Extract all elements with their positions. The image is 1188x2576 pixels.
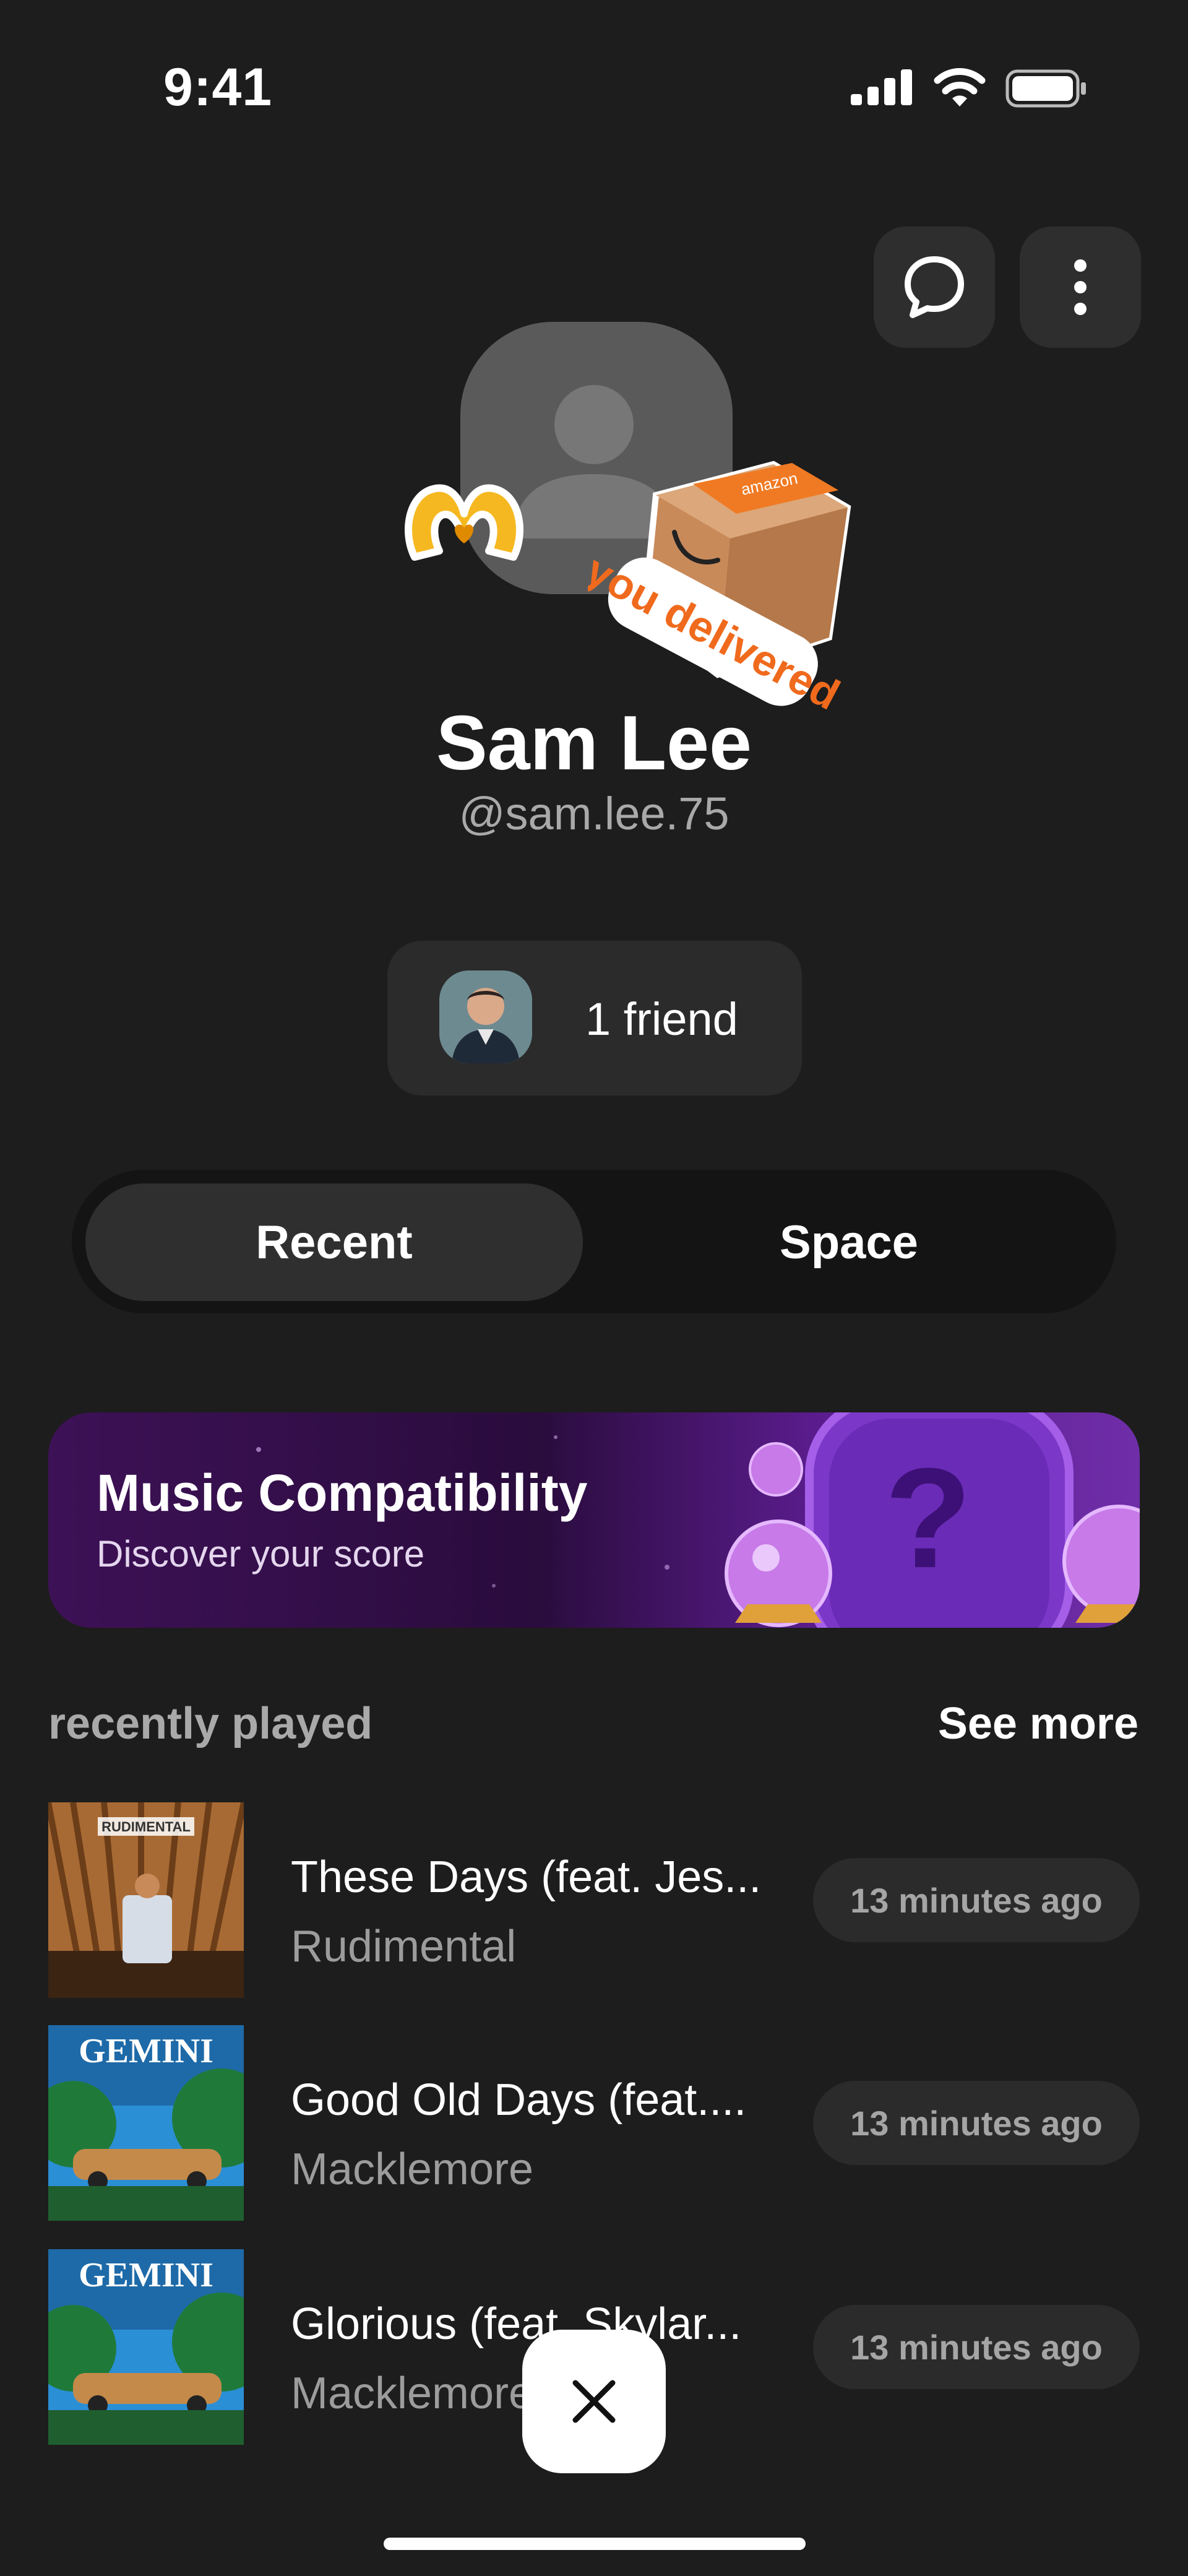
track-artist: Rudimental	[291, 1922, 517, 1971]
cover-text: GEMINI	[79, 2256, 213, 2294]
track-artist: Macklemore	[291, 2369, 534, 2418]
delivery-box-sticker-icon: amazon you delivered	[588, 460, 851, 712]
friends-count-label: 1 friend	[585, 993, 738, 1045]
track-title: Glorious (feat. Skylar...	[291, 2299, 742, 2349]
album-cover-rudimental: RUDIMENTAL	[48, 1802, 244, 1998]
cover-text: RUDIMENTAL	[101, 1819, 191, 1835]
played-time-badge: 13 minutes ago	[813, 2305, 1140, 2389]
friends-button[interactable]: 1 friend	[387, 941, 802, 1096]
played-time-badge: 13 minutes ago	[813, 1858, 1140, 1942]
profile-handle: @sam.lee.75	[458, 788, 730, 839]
played-time-badge: 13 minutes ago	[813, 2081, 1140, 2165]
track-title: Good Old Days (feat....	[291, 2075, 747, 2125]
album-cover-gemini: GEMINI	[48, 2025, 244, 2221]
track-title: These Days (feat. Jes...	[291, 1852, 762, 1902]
battery-icon	[1005, 69, 1086, 108]
more-options-button[interactable]	[1020, 227, 1141, 348]
friend-avatar	[439, 970, 532, 1063]
status-time: 9:41	[163, 58, 273, 117]
music-compatibility-banner[interactable]: ? Music Compatibility Discover your scor…	[48, 1412, 1140, 1628]
home-indicator	[384, 2538, 806, 2550]
banner-subtitle: Discover your score	[97, 1533, 425, 1575]
tab-recent[interactable]: Recent	[85, 1183, 583, 1301]
wifi-icon	[934, 68, 986, 106]
friend-photo	[439, 970, 532, 1063]
album-cover-gemini: GEMINI	[48, 2249, 244, 2445]
svg-text:?: ?	[885, 1438, 972, 1597]
more-vertical-icon	[1074, 259, 1087, 315]
tab-space[interactable]: Space	[595, 1183, 1103, 1301]
chat-bubble-icon	[905, 256, 964, 318]
track-row[interactable]: RUDIMENTAL These Days (feat. Jes... Rudi…	[48, 1802, 1140, 1998]
close-button[interactable]	[522, 2330, 666, 2473]
cellular-signal-icon	[851, 69, 912, 105]
chat-button[interactable]	[874, 227, 995, 348]
profile-tabs: Recent Space	[72, 1170, 1116, 1313]
see-more-link[interactable]: See more	[928, 1698, 1138, 1749]
cover-text: GEMINI	[79, 2032, 213, 2070]
track-artist: Macklemore	[291, 2145, 534, 2194]
close-icon	[572, 2380, 616, 2423]
recently-played-title: recently played	[48, 1699, 373, 1748]
banner-title: Music Compatibility	[97, 1464, 588, 1522]
profile-name: Sam Lee	[436, 701, 752, 786]
heart-hands-sticker-icon	[405, 484, 523, 561]
track-row[interactable]: GEMINI Good Old Days (feat.... Macklemor…	[48, 2025, 1140, 2221]
